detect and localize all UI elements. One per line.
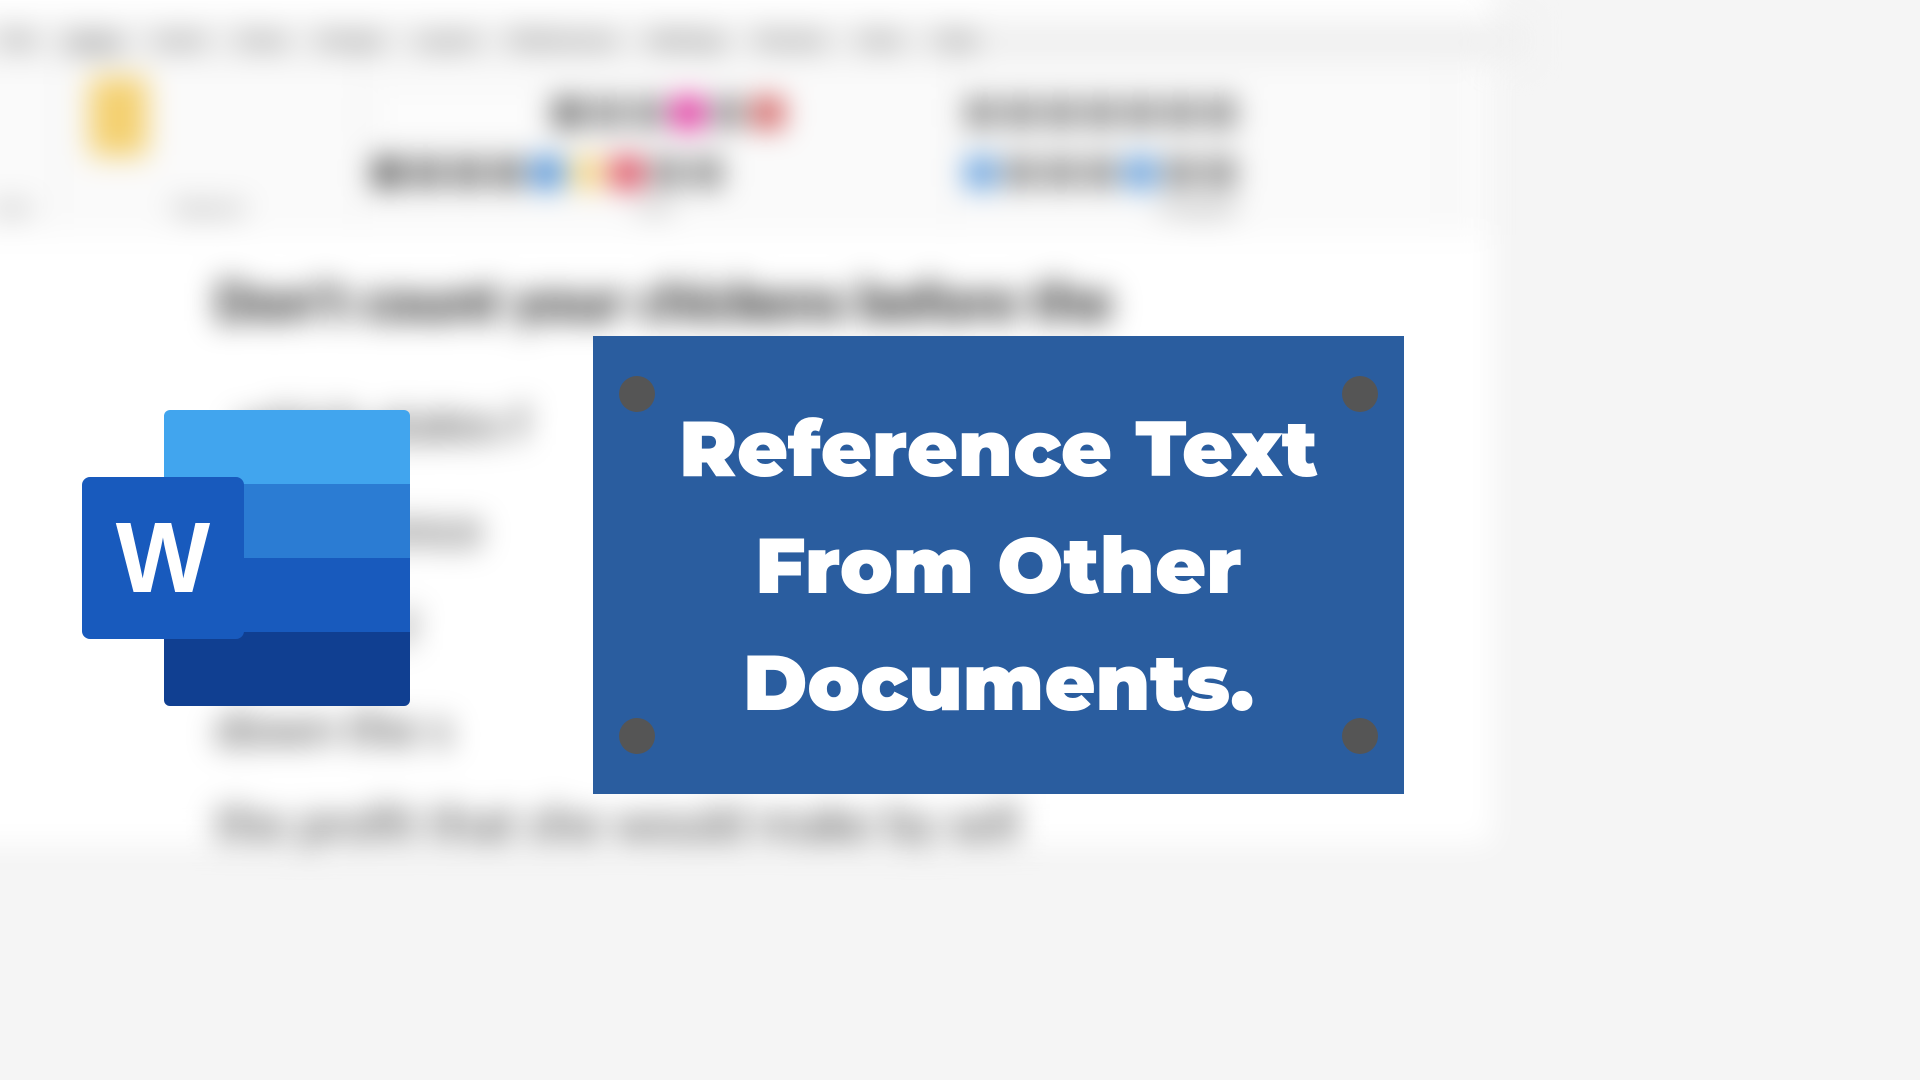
- rivet-icon: [619, 376, 655, 412]
- spacing-button[interactable]: [1126, 158, 1155, 187]
- clear-format-button[interactable]: [692, 158, 721, 187]
- rivet-icon: [1342, 376, 1378, 412]
- tab-home[interactable]: Home: [66, 28, 122, 52]
- grow-font-button[interactable]: [594, 98, 623, 127]
- font-size-input[interactable]: [554, 98, 583, 127]
- bullets-button[interactable]: [966, 98, 995, 127]
- logo-strip-4: [164, 632, 410, 706]
- titlebar: [0, 0, 1492, 20]
- show-marks-button[interactable]: [1206, 98, 1235, 127]
- highlight-button[interactable]: [573, 158, 602, 187]
- doc-line-6: the profit that she would make by sell: [216, 791, 1019, 855]
- indent-dec-button[interactable]: [1086, 98, 1115, 127]
- title-card: Reference Text From Other Documents.: [593, 336, 1404, 794]
- ribbon-toolbar: Undo Clipboard: [0, 62, 1492, 236]
- word-logo: W: [82, 410, 410, 706]
- align-right-button[interactable]: [1046, 158, 1075, 187]
- tab-draw[interactable]: Draw: [237, 28, 286, 52]
- font-name-dropdown[interactable]: [373, 98, 543, 130]
- tab-layout[interactable]: Layout: [415, 28, 478, 52]
- word-logo-letter: W: [82, 477, 244, 639]
- sub-button[interactable]: [533, 158, 562, 187]
- font-color-b[interactable]: [713, 98, 742, 127]
- ribbon-tabs: File Home Insert Draw Design Layout Refe…: [0, 20, 1529, 62]
- underline-button[interactable]: [453, 158, 482, 187]
- tab-view[interactable]: View: [857, 28, 902, 52]
- group-label-font: Font: [357, 200, 950, 219]
- ribbon-group-font: Font: [357, 62, 951, 225]
- tab-references[interactable]: References: [509, 28, 616, 52]
- indent-inc-button[interactable]: [1126, 98, 1155, 127]
- multilevel-button[interactable]: [1046, 98, 1075, 127]
- shading-button[interactable]: [1166, 158, 1195, 187]
- align-center-button[interactable]: [1006, 158, 1035, 187]
- tab-insert[interactable]: Insert: [153, 28, 206, 52]
- sort-button[interactable]: [1166, 98, 1195, 127]
- group-label-paragraph: Paragraph: [951, 200, 1444, 219]
- justify-button[interactable]: [1086, 158, 1115, 187]
- shrink-font-button[interactable]: [634, 98, 663, 127]
- tab-design[interactable]: Design: [318, 28, 383, 52]
- rivet-icon: [1342, 718, 1378, 754]
- ribbon-group-clipboard: Clipboard: [58, 62, 358, 225]
- doc-heading: Don't count your chickens before the: [216, 266, 1113, 337]
- align-left-button[interactable]: [966, 158, 995, 187]
- rivet-icon: [619, 718, 655, 754]
- logo-strip-1: [164, 410, 410, 484]
- font-color-c[interactable]: [753, 98, 782, 127]
- italic-button[interactable]: [413, 158, 442, 187]
- ribbon-group-paragraph: Paragraph: [951, 62, 1446, 225]
- strike-button[interactable]: [493, 158, 522, 187]
- paste-icon[interactable]: [90, 77, 148, 156]
- ribbon-group-undo: Undo: [0, 62, 59, 225]
- tab-mailings[interactable]: Mailings: [648, 28, 725, 52]
- tab-help[interactable]: Help: [934, 28, 977, 52]
- doc-line-5: down the s: [216, 697, 452, 761]
- group-label-undo: Undo: [0, 200, 58, 219]
- tab-review[interactable]: Review: [757, 28, 826, 52]
- group-label-clipboard: Clipboard: [58, 200, 357, 219]
- font-color-button[interactable]: [613, 158, 642, 187]
- tab-file[interactable]: File: [0, 28, 34, 52]
- borders-button[interactable]: [1206, 158, 1235, 187]
- numbering-button[interactable]: [1006, 98, 1035, 127]
- card-title: Reference Text From Other Documents.: [623, 390, 1374, 741]
- bold-button[interactable]: [373, 158, 402, 187]
- effects-button[interactable]: [652, 158, 681, 187]
- font-color-a[interactable]: [673, 98, 702, 127]
